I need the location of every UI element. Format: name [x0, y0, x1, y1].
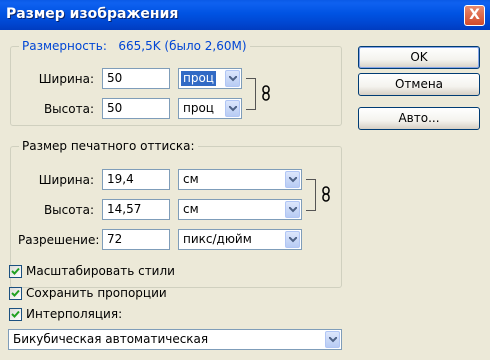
chevron-down-icon[interactable]	[285, 201, 300, 218]
resolution-unit-select[interactable]: пикс/дюйм	[178, 229, 302, 250]
pixel-dimensions-size: 665,5K (было 2,60M)	[118, 39, 247, 53]
pixel-height-unit-value: проц	[183, 101, 214, 115]
resolution-unit-value: пикс/дюйм	[183, 232, 252, 246]
constrain-proportions-label[interactable]: Сохранить пропорции	[26, 286, 167, 300]
document-size-title: Размер печатного оттиска:	[19, 139, 198, 153]
pixel-height-input[interactable]: 50	[102, 98, 170, 119]
resample-method-value: Бикубическая автоматическая	[13, 332, 209, 346]
chain-link-icon	[322, 186, 330, 202]
pixel-width-label: Ширина:	[38, 72, 94, 86]
image-size-dialog: Размер изображения X Размерность: 665,5K…	[0, 0, 490, 360]
scale-styles-label[interactable]: Масштабировать стили	[26, 264, 175, 278]
close-button[interactable]: X	[464, 5, 485, 26]
resolution-label: Разрешение:	[18, 233, 100, 247]
pixel-width-unit-value: проц	[181, 71, 216, 86]
chevron-down-icon[interactable]	[285, 171, 300, 188]
doc-height-label: Высота:	[43, 203, 94, 217]
dialog-title: Размер изображения	[6, 6, 179, 22]
pixel-link-bracket	[246, 78, 256, 110]
resolution-input[interactable]: 72	[102, 229, 170, 250]
close-icon: X	[469, 7, 480, 23]
doc-width-unit-value: см	[183, 172, 199, 186]
doc-width-input[interactable]: 19,4	[102, 169, 170, 190]
chevron-down-icon[interactable]	[325, 331, 340, 348]
checkmark-icon	[11, 289, 20, 297]
doc-link-bracket	[306, 179, 316, 211]
doc-width-label: Ширина:	[38, 173, 94, 187]
chevron-down-icon[interactable]	[285, 231, 300, 248]
pixel-dimensions-title: Размерность: 665,5K (было 2,60M)	[19, 39, 250, 53]
title-bar[interactable]: Размер изображения X	[0, 0, 490, 30]
cancel-button[interactable]: Отмена	[358, 73, 480, 96]
pixel-width-unit-select[interactable]: проц	[178, 68, 242, 89]
chevron-down-icon[interactable]	[225, 100, 240, 117]
checkmark-icon	[11, 310, 20, 318]
pixel-height-unit-select[interactable]: проц	[178, 98, 242, 119]
resample-checkbox[interactable]	[9, 308, 22, 321]
chain-link-icon	[262, 85, 270, 101]
resample-method-select[interactable]: Бикубическая автоматическая	[8, 329, 342, 350]
dialog-body: Размерность: 665,5K (было 2,60M) Ширина:…	[0, 30, 490, 360]
checkmark-icon	[11, 267, 20, 275]
constrain-proportions-checkbox[interactable]	[9, 287, 22, 300]
doc-height-unit-value: см	[183, 202, 199, 216]
pixel-width-input[interactable]: 50	[102, 68, 170, 89]
pixel-height-label: Высота:	[43, 102, 94, 116]
chevron-down-icon[interactable]	[225, 70, 240, 87]
doc-height-unit-select[interactable]: см	[178, 199, 302, 220]
doc-width-unit-select[interactable]: см	[178, 169, 302, 190]
resample-label[interactable]: Интерполяция:	[26, 307, 122, 321]
auto-button[interactable]: Авто...	[358, 107, 480, 130]
doc-height-input[interactable]: 14,57	[102, 199, 170, 220]
pixel-dimensions-label: Размерность:	[22, 39, 107, 53]
scale-styles-checkbox[interactable]	[9, 265, 22, 278]
ok-button[interactable]: OK	[358, 46, 480, 69]
